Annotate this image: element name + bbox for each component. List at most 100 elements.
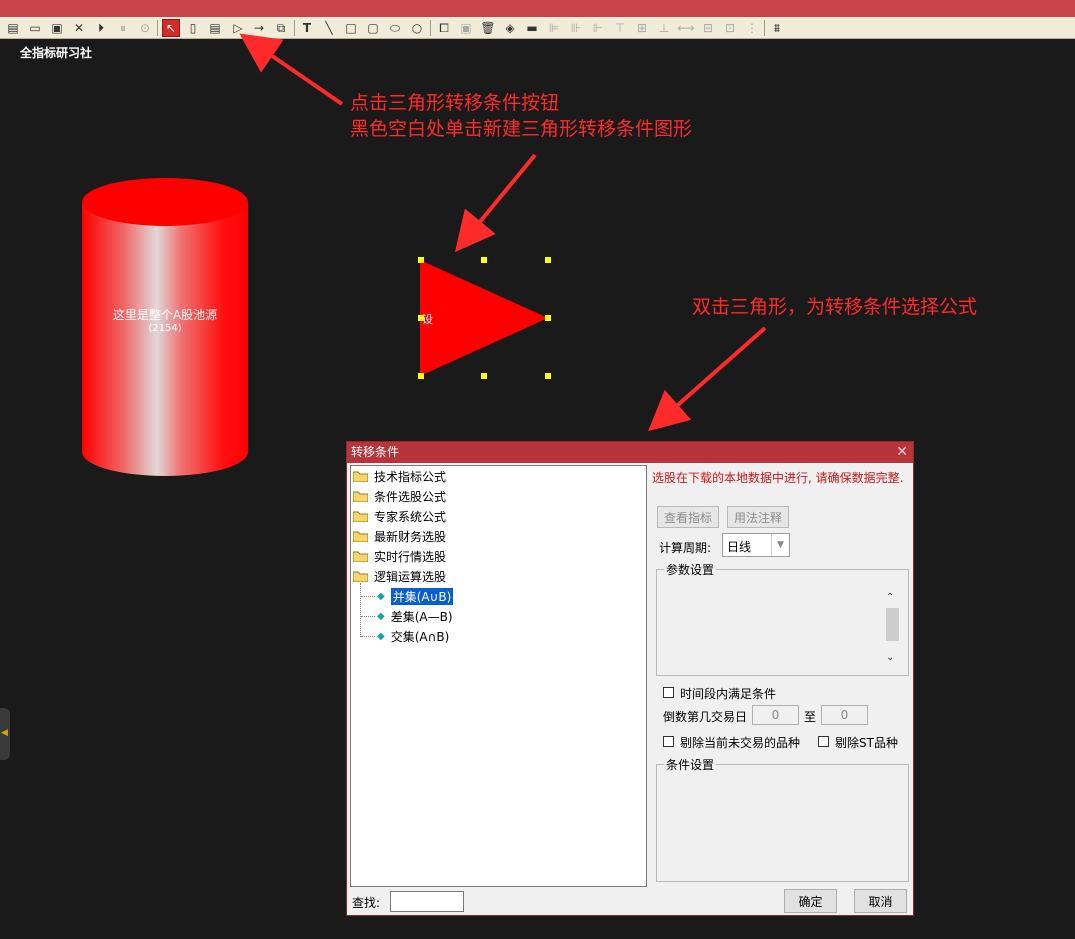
tree-folder-realtime[interactable]: 实时行情选股 [353, 547, 446, 565]
callout-line-2: 黑色空白处单击新建三角形转移条件图形 [350, 118, 693, 140]
params-group-title: 参数设置 [664, 561, 717, 578]
triangle-condition-icon[interactable]: ▷ [229, 19, 247, 37]
pool-shape-icon[interactable]: ▯ [184, 19, 202, 37]
resize-handle [418, 257, 424, 263]
tree-folder-condition[interactable]: 条件选股公式 [353, 487, 446, 505]
countdown-label: 倒数第几交易日 [663, 710, 748, 724]
conditions-group-title: 条件设置 [664, 756, 717, 773]
tree-folder-expert[interactable]: 专家系统公式 [353, 507, 446, 525]
period-value: 日线 [727, 540, 752, 554]
copy-icon[interactable]: ⧠ [435, 19, 453, 37]
formula-gem-icon: ◆ [377, 630, 385, 642]
text-tool-icon[interactable]: T [298, 19, 316, 37]
exclude-untraded-label: 剔除当前未交易的品种 [680, 736, 801, 750]
ellipse-tool-icon[interactable]: ⬭ [386, 19, 404, 37]
triangle-label: 设 [422, 313, 433, 326]
search-input[interactable] [390, 891, 464, 912]
grid-icon[interactable]: ⋮ [743, 19, 761, 37]
dialog-title: 转移条件 [351, 445, 400, 459]
scroll-thumb[interactable] [886, 608, 899, 641]
time-range-label: 时间段内满足条件 [680, 687, 777, 701]
folder-icon [353, 531, 368, 542]
arrow-to-dialog [648, 326, 767, 432]
side-panel-toggle[interactable]: ◀ [0, 708, 10, 760]
align-right-icon[interactable]: ⊩ [589, 19, 607, 37]
new-icon[interactable]: ▤ [4, 19, 22, 37]
line-style-icon[interactable]: ▬ [523, 19, 541, 37]
view-indicator-button[interactable]: 查看指标 [657, 506, 719, 528]
scroll-down-icon[interactable]: ⌄ [886, 652, 894, 663]
list-shape-icon[interactable]: ▤ [206, 19, 224, 37]
align-bottom-icon[interactable]: ⊥ [655, 19, 673, 37]
arrow-to-triangle [454, 153, 537, 253]
resize-handle [545, 373, 551, 379]
tree-layout-icon[interactable]: ⩩ [768, 19, 786, 37]
scroll-up-icon[interactable]: ⌃ [886, 592, 894, 603]
tree-leaf-union[interactable]: ◆ 并集(A∪B) [377, 587, 454, 605]
transfer-condition-dialog: 转移条件 ✕ 技术指标公式 条件选股公式 专家系统公式 最新财务选股 实时行情选… [346, 441, 914, 916]
align-left-icon[interactable]: ⊫ [545, 19, 563, 37]
tree-leaf-difference[interactable]: ◆ 差集(A—B) [377, 607, 453, 625]
distribute-icon[interactable]: ⊡ [721, 19, 739, 37]
exclude-st-checkbox[interactable] [818, 736, 829, 747]
callout-double-click: 双击三角形，为转移条件选择公式 [692, 296, 978, 318]
stop-icon[interactable]: ⊙ [136, 19, 154, 37]
folder-icon [353, 551, 368, 562]
fill-icon[interactable]: ◈ [501, 19, 519, 37]
same-height-icon[interactable]: ⊟ [699, 19, 717, 37]
pause-icon[interactable]: ⏸ [114, 19, 132, 37]
trash-icon[interactable]: 🗑︎ [479, 19, 497, 37]
callout-line-1: 点击三角形转移条件按钮 [350, 92, 560, 114]
tree-folder-label: 技术指标公式 [374, 469, 447, 484]
select-tool-icon[interactable]: ↖ [162, 19, 180, 37]
resize-handle [418, 373, 424, 379]
cancel-button[interactable]: 取消 [854, 889, 907, 913]
align-middle-icon[interactable]: ⊞ [633, 19, 651, 37]
formula-gem-icon: ◆ [377, 610, 385, 622]
run-icon[interactable]: ⏵ [92, 19, 110, 37]
align-center-icon[interactable]: ⊪ [567, 19, 585, 37]
line-tool-icon[interactable]: ╲ [320, 19, 338, 37]
toolbar-separator [157, 20, 158, 36]
copy-shape-icon[interactable]: ⧉ [272, 19, 290, 37]
exclude-untraded-checkbox[interactable] [663, 736, 674, 747]
tree-folder-tech[interactable]: 技术指标公式 [353, 467, 446, 485]
ok-button[interactable]: 确定 [784, 889, 837, 913]
rect-tool-icon[interactable]: □ [342, 19, 360, 37]
arrow-tool-icon[interactable]: → [250, 19, 268, 37]
round-rect-tool-icon[interactable]: ▢ [364, 19, 382, 37]
formula-tree[interactable]: 技术指标公式 条件选股公式 专家系统公式 最新财务选股 实时行情选股 逻辑运算选… [350, 465, 647, 887]
align-top-icon[interactable]: ⊤ [611, 19, 629, 37]
tree-folder-finance[interactable]: 最新财务选股 [353, 527, 446, 545]
same-width-icon[interactable]: ⟷ [677, 19, 695, 37]
tree-guide [361, 596, 375, 597]
circle-tool-icon[interactable]: ○ [408, 19, 426, 37]
open-icon[interactable]: ▭ [26, 19, 44, 37]
save-icon[interactable]: ▣ [48, 19, 66, 37]
usage-notes-button[interactable]: 用法注释 [727, 506, 789, 528]
tree-folder-logic[interactable]: 逻辑运算选股 [353, 567, 446, 585]
tree-guide [361, 616, 375, 617]
tree-leaf-label: 差集(A—B) [390, 609, 453, 624]
time-range-checkbox[interactable] [663, 687, 674, 698]
folder-icon [353, 511, 368, 522]
expand-arrow-icon: ◀ [1, 728, 8, 738]
transfer-condition-triangle[interactable] [415, 254, 555, 382]
tree-leaf-label: 并集(A∪B) [390, 587, 454, 605]
search-label: 查找: [352, 896, 381, 910]
conditions-group: 条件设置 [656, 756, 909, 882]
to-day-input[interactable]: 0 [821, 705, 868, 725]
resize-handle [481, 257, 487, 263]
params-scrollbar[interactable]: ⌃ ⌄ [884, 592, 900, 670]
exclude-st-label: 剔除ST品种 [835, 736, 898, 750]
paste-icon[interactable]: ▣ [457, 19, 475, 37]
chevron-down-icon: ▼ [771, 534, 789, 556]
period-select[interactable]: 日线 ▼ [722, 533, 790, 557]
from-day-input[interactable]: 0 [752, 705, 799, 725]
delete-icon[interactable]: ✕ [70, 19, 88, 37]
close-icon[interactable]: ✕ [896, 442, 908, 463]
tree-guide [361, 636, 375, 637]
tree-folder-label: 最新财务选股 [374, 529, 447, 544]
tree-leaf-intersection[interactable]: ◆ 交集(A∩B) [377, 627, 449, 645]
title-strip [0, 0, 1075, 17]
